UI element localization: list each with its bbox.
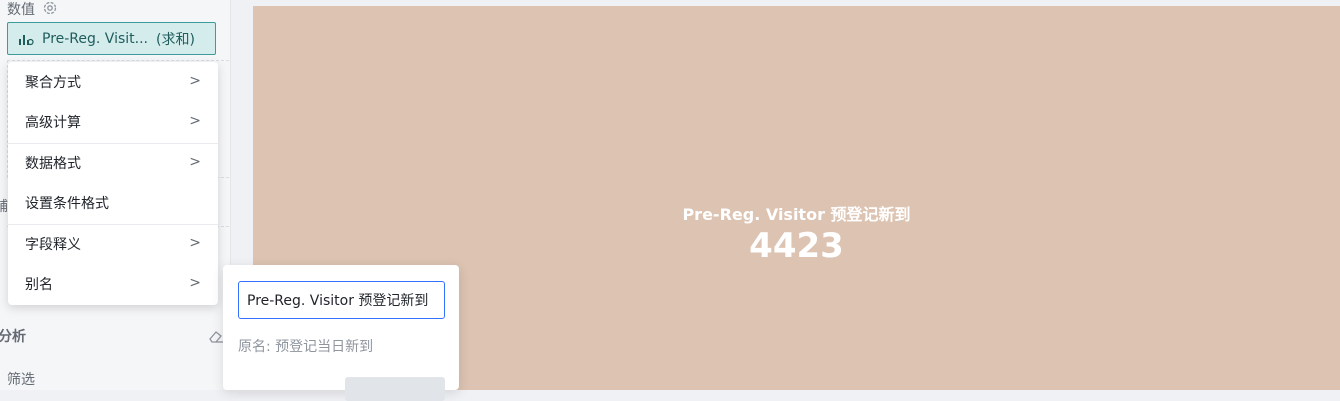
gear-icon[interactable] — [42, 0, 58, 16]
chevron-right-icon: > — [189, 275, 201, 291]
menu-item-advanced-calc[interactable]: 高级计算 > — [8, 102, 218, 142]
chevron-right-icon: > — [189, 113, 201, 129]
field-aggregation: (求和) — [156, 31, 195, 48]
dimension-section-label-partial: 辅 — [0, 199, 8, 215]
analysis-section-label: 分析 — [0, 329, 26, 345]
menu-item-field-definition[interactable]: 字段释义 > — [8, 224, 218, 264]
measure-field-icon — [19, 34, 34, 45]
eraser-icon[interactable] — [208, 328, 224, 344]
chevron-right-icon: > — [189, 73, 201, 89]
alias-confirm-button[interactable] — [345, 377, 445, 401]
menu-item-label: 设置条件格式 — [25, 196, 109, 212]
filter-section-label: 筛选 — [7, 372, 35, 388]
alias-popover: 原名: 预登记当日新到 — [223, 265, 459, 401]
menu-item-label: 别名 — [25, 277, 53, 293]
kpi-title: Pre-Reg. Visitor 预登记新到 — [682, 205, 911, 224]
menu-item-aggregation[interactable]: 聚合方式 > — [8, 62, 218, 102]
menu-item-label: 数据格式 — [25, 156, 81, 172]
alias-input[interactable] — [238, 281, 445, 319]
value-field-pill[interactable]: Pre-Reg. Visit... (求和) — [7, 22, 216, 55]
values-section-label: 数值 — [7, 2, 35, 18]
menu-item-label: 高级计算 — [25, 115, 81, 131]
original-name-text: 原名: 预登记当日新到 — [238, 339, 374, 355]
chevron-right-icon: > — [189, 235, 201, 251]
menu-item-conditional-format[interactable]: 设置条件格式 — [8, 183, 218, 223]
menu-item-alias[interactable]: 别名 > — [8, 264, 218, 304]
menu-item-label: 聚合方式 — [25, 75, 81, 91]
menu-item-data-format[interactable]: 数据格式 > — [8, 143, 218, 183]
chevron-right-icon: > — [189, 154, 201, 170]
menu-item-label: 字段释义 — [25, 237, 81, 253]
kpi-value: 4423 — [749, 226, 844, 266]
field-context-menu: 聚合方式 > 高级计算 > 数据格式 > 设置条件格式 字段释义 > 别名 > — [8, 62, 218, 305]
field-name: Pre-Reg. Visit... — [42, 30, 148, 47]
